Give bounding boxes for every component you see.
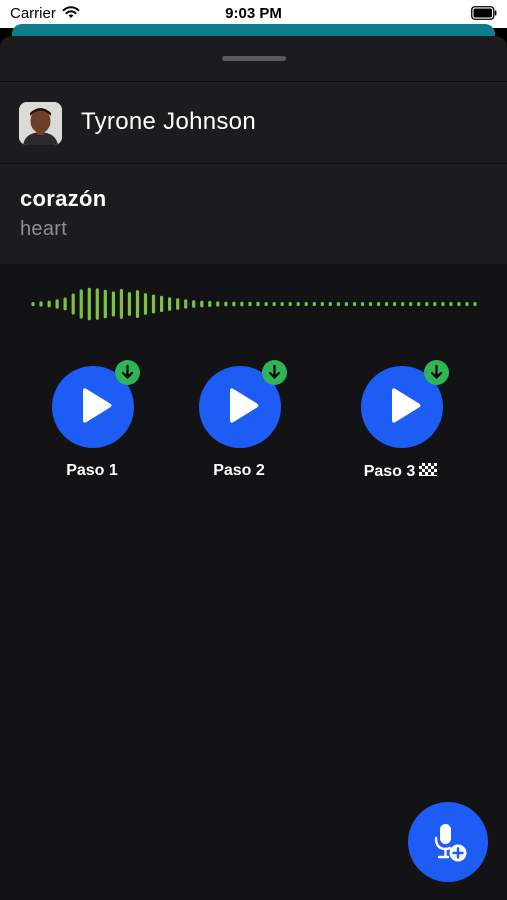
waveform-bar	[192, 300, 196, 308]
checkered-flag-icon	[419, 463, 438, 476]
waveform-bar	[168, 297, 172, 311]
waveform-bar	[160, 295, 164, 313]
waveform-bar	[151, 294, 156, 314]
word-translation: heart	[20, 218, 68, 240]
contact-row[interactable]: Tyrone Johnson	[0, 82, 507, 164]
waveform-bar	[368, 302, 373, 307]
waveform-bar	[288, 302, 292, 307]
step-1-label: Paso 1	[66, 462, 118, 479]
waveform-bar	[248, 301, 252, 307]
waveform-bar	[377, 302, 381, 307]
waveform-bar	[320, 302, 324, 307]
waveform-bar	[256, 301, 260, 307]
waveform-bar	[425, 302, 429, 307]
step-2-label: Paso 2	[213, 462, 265, 479]
waveform-bar	[232, 301, 236, 307]
step-3: Paso 3	[341, 360, 461, 506]
waveform-bar	[31, 302, 35, 307]
waveform-bar	[240, 301, 244, 307]
waveform-bar	[473, 302, 477, 307]
waveform-bar	[63, 297, 67, 311]
waveform-bar	[393, 302, 397, 307]
waveform-bar	[47, 300, 51, 308]
app-screen: Carrier 9:03 PM Tyrone Johnson corazón h…	[0, 0, 507, 900]
download-step-3-badge[interactable]	[424, 360, 449, 385]
waveform-bar	[352, 302, 357, 307]
waveform-bar	[111, 291, 115, 317]
waveform-bar	[143, 293, 148, 315]
waveform-bar	[433, 302, 437, 307]
waveform-bar	[312, 302, 316, 307]
download-icon	[430, 364, 443, 379]
waveform-bar	[465, 302, 469, 307]
waveform-bar	[296, 302, 300, 307]
waveform-bar	[127, 292, 131, 316]
add-recording-button[interactable]	[408, 802, 488, 882]
waveform-bar	[344, 302, 348, 307]
waveform-bar	[119, 289, 123, 319]
waveform-bar	[272, 302, 276, 307]
waveform-bar	[401, 302, 405, 307]
waveform-bar	[304, 302, 308, 307]
waveform-bar	[409, 302, 413, 307]
add-recording-icon	[434, 824, 467, 862]
battery-icon	[471, 6, 497, 20]
download-icon	[121, 364, 134, 379]
waveform-bar	[103, 289, 107, 319]
word-card: corazón heart	[0, 164, 507, 264]
waveform-bar	[208, 300, 212, 307]
steps-row: Paso 1 Paso 2 Paso 3	[0, 360, 507, 506]
waveform-bar	[385, 302, 389, 307]
waveform-bar	[184, 299, 188, 309]
waveform-bar	[39, 301, 43, 307]
sheet-grabber-handle[interactable]	[222, 56, 286, 61]
waveform-bar	[95, 288, 99, 320]
waveform-bar	[79, 289, 83, 319]
status-time: 9:03 PM	[225, 5, 282, 22]
download-step-2-badge[interactable]	[262, 360, 287, 385]
waveform-bar	[224, 301, 228, 307]
waveform-bar	[216, 301, 220, 307]
waveform-bar	[441, 302, 445, 307]
sheet-header[interactable]	[0, 36, 507, 82]
waveform-bar	[135, 290, 140, 318]
waveform-bar	[55, 299, 59, 309]
avatar	[19, 102, 62, 145]
download-step-1-badge[interactable]	[115, 360, 140, 385]
contact-name: Tyrone Johnson	[81, 108, 256, 135]
waveform-bar	[360, 302, 365, 307]
waveform-bar	[457, 302, 461, 307]
waveform-bar	[176, 298, 180, 310]
waveform-bar	[417, 302, 421, 307]
word-term: corazón	[20, 186, 107, 211]
step-1: Paso 1	[32, 360, 152, 506]
waveform-bar	[200, 300, 204, 308]
waveform-bar	[264, 302, 268, 307]
waveform-bar	[280, 302, 284, 307]
download-icon	[268, 364, 281, 379]
waveform-bar	[71, 293, 75, 315]
step-3-label: Paso 3	[341, 462, 461, 481]
bottom-sheet: Tyrone Johnson corazón heart Paso 1 Paso…	[0, 36, 507, 900]
step-2: Paso 2	[179, 360, 299, 506]
waveform-bar	[336, 302, 340, 307]
waveform-bar	[449, 302, 453, 307]
audio-waveform	[31, 287, 477, 321]
waveform-bar	[87, 287, 91, 321]
waveform-bar	[328, 302, 332, 307]
